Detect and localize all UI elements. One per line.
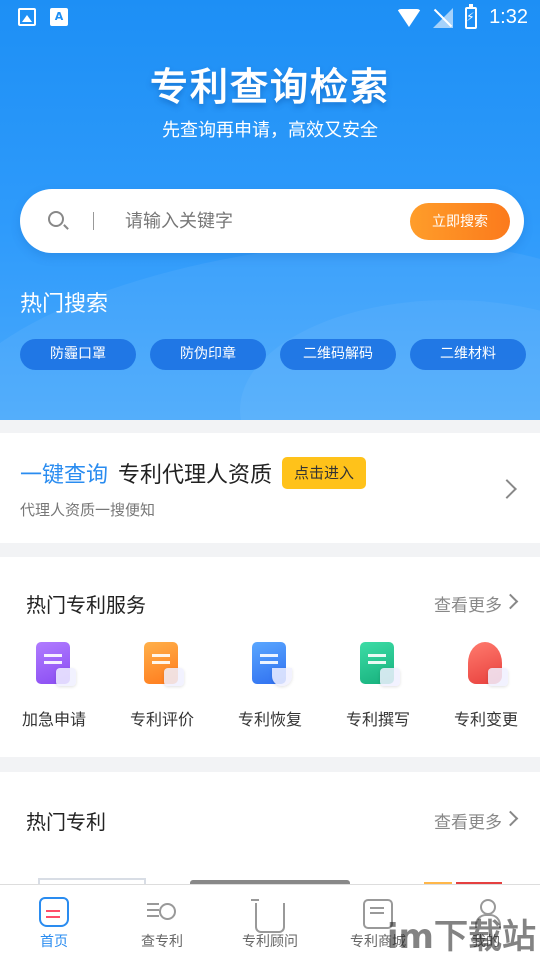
section-title: 热门专利服务 [26, 593, 146, 617]
gallery-notification-icon [18, 8, 36, 26]
service-item[interactable]: 专利恢复 [216, 642, 324, 730]
hot-search-tag[interactable]: 防霾口罩 [20, 339, 136, 370]
expedite-apply-icon [30, 642, 78, 690]
chevron-right-icon[interactable] [502, 810, 519, 827]
search-icon [48, 211, 64, 227]
hero-banner: A 1:32 专利查询检索 先查询再申请，高效又安全 立即搜索 热门搜索 防霾口… [0, 0, 540, 420]
service-item[interactable]: 加急申请 [0, 642, 108, 730]
patent-restore-icon [246, 642, 294, 690]
hot-search-tag[interactable]: 二维材料 [410, 339, 526, 370]
hot-search-tags: 防霾口罩 防伪印章 二维码解码 二维材料 [20, 339, 526, 370]
hero-title: 专利查询检索 [149, 65, 390, 109]
search-button[interactable]: 立即搜索 [410, 203, 510, 240]
search-bar: 立即搜索 [20, 189, 524, 253]
agent-card-title: 专利代理人资质 [118, 463, 273, 488]
watermark-logo: im下载站 [386, 917, 536, 957]
wifi-icon [397, 8, 422, 27]
hot-search-tag[interactable]: 二维码解码 [280, 339, 396, 370]
service-label: 加急申请 [21, 710, 86, 729]
service-item[interactable]: 专利撰写 [324, 642, 432, 730]
hero-subtitle: 先查询再申请，高效又安全 [162, 120, 378, 141]
view-more-link[interactable]: 查看更多 [434, 808, 502, 833]
tab-label: 查专利 [141, 934, 183, 950]
text-notification-icon: A [50, 8, 68, 26]
patent-evaluation-icon [138, 642, 186, 690]
agent-card-subtitle: 代理人资质一搜便知 [20, 501, 156, 519]
patent-writing-icon [354, 642, 402, 690]
tab-search-patent[interactable]: 查专利 [108, 885, 216, 960]
hot-search-title: 热门搜索 [20, 292, 109, 317]
hot-search-tag[interactable]: 防伪印章 [150, 339, 266, 370]
agent-card-highlight: 一键查询 [20, 463, 109, 488]
service-label: 专利恢复 [237, 710, 302, 729]
hot-patents-section: 热门专利 查看更多 [0, 772, 540, 892]
chevron-right-icon[interactable] [497, 479, 517, 499]
home-icon [39, 897, 69, 927]
cart-icon [251, 899, 285, 933]
enter-button[interactable]: 点击进入 [282, 457, 367, 489]
hot-services-section: 热门专利服务 查看更多 加急申请 专利评价 专利恢复 专利撰写 专利变更 [0, 557, 540, 757]
tab-label: 专利顾问 [242, 934, 298, 950]
search-divider [93, 212, 94, 230]
service-label: 专利变更 [453, 710, 518, 729]
status-time: 1:32 [489, 6, 528, 28]
chevron-right-icon[interactable] [502, 593, 519, 610]
search-input[interactable] [125, 203, 395, 239]
service-item[interactable]: 专利变更 [432, 642, 540, 730]
section-title: 热门专利 [26, 810, 106, 834]
search-patent-icon [147, 897, 177, 927]
battery-charging-icon [465, 3, 478, 29]
tab-home[interactable]: 首页 [0, 885, 108, 960]
no-signal-icon [433, 7, 454, 28]
service-label: 专利撰写 [345, 710, 410, 729]
tab-label: 首页 [40, 934, 68, 950]
agent-query-card[interactable]: 一键查询 专利代理人资质 点击进入 代理人资质一搜便知 [0, 433, 540, 543]
service-label: 专利评价 [129, 710, 194, 729]
tab-patent-advisor[interactable]: 专利顾问 [216, 885, 324, 960]
view-more-link[interactable]: 查看更多 [434, 591, 502, 616]
service-item[interactable]: 专利评价 [108, 642, 216, 730]
status-bar: A 1:32 [0, 0, 540, 36]
patent-change-icon [462, 642, 510, 690]
